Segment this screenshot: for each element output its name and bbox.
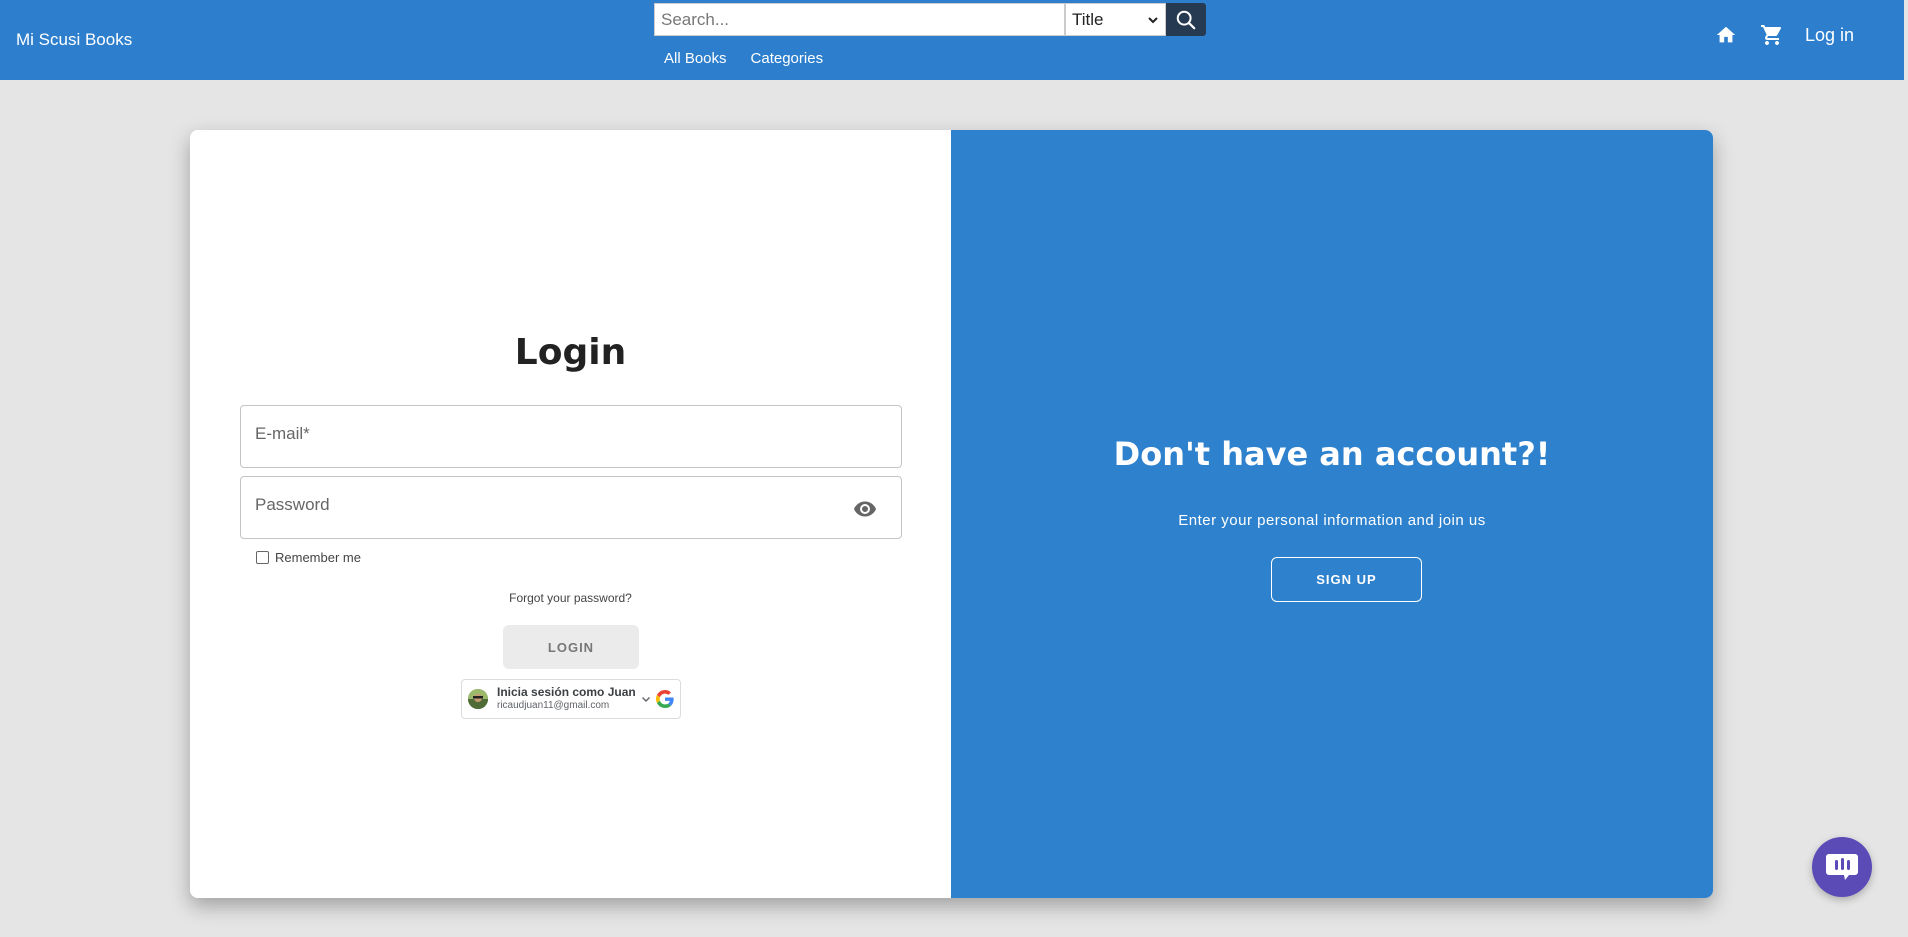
login-button[interactable]: LOGIN [503, 625, 639, 669]
brand-link[interactable]: Mi Scusi Books [16, 30, 132, 50]
remember-me: Remember me [256, 550, 361, 565]
remember-me-label[interactable]: Remember me [275, 550, 361, 565]
nav-categories[interactable]: Categories [751, 50, 824, 67]
top-navbar: Mi Scusi Books Title All Books Categorie… [0, 0, 1904, 80]
cart-icon [1760, 25, 1781, 45]
search-bar: Title [654, 3, 1206, 36]
eye-icon[interactable] [853, 497, 877, 521]
avatar [468, 689, 488, 709]
nav-all-books[interactable]: All Books [664, 50, 727, 67]
search-filter-value: Title [1072, 9, 1104, 29]
header-login-link[interactable]: Log in [1805, 25, 1854, 46]
signup-button[interactable]: SIGN UP [1271, 557, 1422, 602]
cart-button[interactable] [1759, 22, 1785, 48]
auth-card: Login E-mail* Password Remember me Forgo… [190, 130, 1713, 898]
forgot-password-link[interactable]: Forgot your password? [190, 591, 951, 605]
search-input[interactable] [654, 3, 1065, 36]
chat-button[interactable] [1812, 837, 1872, 897]
chevron-down-icon [641, 697, 650, 702]
login-title: Login [514, 332, 627, 373]
google-account-info: Inicia sesión como Juan ricaudjuan11@gma… [497, 686, 636, 712]
remember-me-checkbox[interactable] [256, 551, 269, 564]
email-placeholder: E-mail* [255, 424, 310, 443]
google-signin-button[interactable]: Inicia sesión como Juan ricaudjuan11@gma… [461, 679, 681, 719]
google-logo-icon [656, 690, 674, 708]
signup-panel: Don't have an account?! Enter your perso… [951, 130, 1713, 898]
header-actions: Log in [1713, 22, 1854, 48]
signup-subtitle: Enter your personal information and join… [1178, 512, 1486, 529]
main-nav: All Books Categories [664, 50, 823, 67]
google-account-email: ricaudjuan11@gmail.com [497, 700, 610, 711]
search-icon [1176, 10, 1196, 29]
home-button[interactable] [1713, 22, 1739, 48]
signup-title: Don't have an account?! [1113, 435, 1551, 473]
email-field[interactable]: E-mail* [240, 405, 902, 468]
search-button[interactable] [1166, 3, 1206, 36]
home-icon [1716, 26, 1736, 43]
password-placeholder: Password [255, 495, 330, 514]
chevron-down-icon [1148, 16, 1158, 23]
chat-bubble-icon [1826, 854, 1858, 880]
password-field[interactable]: Password [240, 476, 902, 539]
google-account-name: Inicia sesión como Juan [497, 685, 636, 699]
login-panel: Login E-mail* Password Remember me Forgo… [190, 130, 951, 898]
search-filter-select[interactable]: Title [1065, 3, 1166, 36]
page-scrollbar[interactable] [1904, 0, 1908, 937]
